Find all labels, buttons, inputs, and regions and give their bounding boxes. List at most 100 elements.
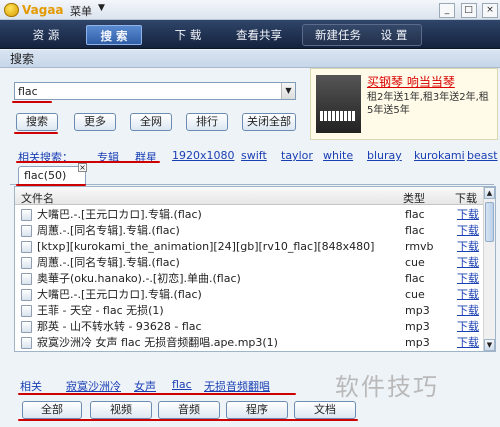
menu-button[interactable]: 菜单 bbox=[70, 3, 92, 19]
piano-image bbox=[316, 75, 361, 133]
dropdown-arrow-icon[interactable]: ▼ bbox=[281, 83, 295, 99]
category-program-button[interactable]: 程序 bbox=[226, 401, 288, 419]
advertisement[interactable]: 买钢琴 响当当琴 租2年送1年,租3年送2年,租5年送5年 bbox=[310, 68, 498, 140]
file-type: flac bbox=[405, 224, 425, 237]
file-type: flac bbox=[405, 208, 425, 221]
table-row[interactable]: 王菲 - 天空 - flac 无损(1) mp3 下载 bbox=[15, 303, 485, 319]
file-name[interactable]: 奥華子(oku.hanako).-.[初恋].单曲.(flac) bbox=[37, 271, 241, 287]
file-name[interactable]: 那英 - 山不转水转 - 93628 - flac bbox=[37, 319, 202, 335]
category-filter: 全部 视频 音频 程序 文档 bbox=[0, 400, 500, 420]
app-name: Vagaa bbox=[22, 3, 64, 17]
table-row[interactable]: 周蕙.-.[同名专辑].专辑.(flac) cue 下载 bbox=[15, 255, 485, 271]
menu-arrow-icon[interactable]: ▼ bbox=[98, 3, 105, 13]
bottom-link[interactable]: flac bbox=[172, 378, 192, 391]
category-video-button[interactable]: 视频 bbox=[90, 401, 152, 419]
download-link[interactable]: 下载 bbox=[457, 335, 479, 351]
column-type[interactable]: 类型 bbox=[403, 190, 425, 206]
table-row[interactable]: 大嘴巴.-.[王元口カロ].专辑.(flac) cue 下载 bbox=[15, 287, 485, 303]
bottom-related-label: 相关 bbox=[20, 380, 42, 393]
download-link[interactable]: 下载 bbox=[457, 319, 479, 335]
category-all-button[interactable]: 全部 bbox=[22, 401, 82, 419]
category-audio-button[interactable]: 音频 bbox=[158, 401, 220, 419]
related-link[interactable]: 1920x1080 bbox=[172, 149, 235, 162]
file-icon bbox=[21, 257, 32, 269]
table-row[interactable]: 那英 - 山不转水转 - 93628 - flac mp3 下载 bbox=[15, 319, 485, 335]
annotation-underline bbox=[14, 132, 58, 134]
file-name[interactable]: 王菲 - 天空 - flac 无损(1) bbox=[37, 303, 164, 319]
nav-search[interactable]: 搜 索 bbox=[86, 25, 142, 45]
nav-new-task[interactable]: 新建任务 bbox=[310, 25, 366, 45]
search-input[interactable]: flac ▼ bbox=[14, 82, 296, 100]
table-header: 文件名 类型 下载 bbox=[15, 187, 485, 205]
column-download[interactable]: 下载 bbox=[455, 190, 477, 206]
search-query[interactable]: flac bbox=[18, 85, 38, 98]
bottom-link[interactable]: 女声 bbox=[134, 378, 156, 394]
nav-view-share[interactable]: 查看共享 bbox=[228, 25, 290, 45]
download-link[interactable]: 下载 bbox=[457, 207, 479, 223]
related-link[interactable]: bluray bbox=[367, 149, 402, 162]
column-filename[interactable]: 文件名 bbox=[21, 190, 54, 206]
close-tab-icon[interactable]: × bbox=[78, 163, 87, 172]
scroll-thumb[interactable] bbox=[485, 202, 494, 242]
results-table: 文件名 类型 下载 大嘴巴.-.[王元口カロ].专辑.(flac) flac 下载周… bbox=[14, 186, 496, 352]
download-link[interactable]: 下载 bbox=[457, 303, 479, 319]
related-link[interactable]: swift bbox=[241, 149, 267, 162]
nav-settings[interactable]: 设 置 bbox=[370, 25, 418, 45]
file-name[interactable]: 周蕙.-.[同名专辑].专辑.(flac) bbox=[37, 255, 180, 271]
download-link[interactable]: 下载 bbox=[457, 239, 479, 255]
file-name[interactable]: 大嘴巴.-.[王元口カロ].专辑.(flac) bbox=[37, 287, 202, 303]
scrollbar[interactable]: ▲ ▼ bbox=[483, 187, 495, 351]
minimize-button[interactable]: _ bbox=[439, 3, 455, 18]
download-link[interactable]: 下载 bbox=[457, 287, 479, 303]
ad-body: 租2年送1年,租3年送2年,租5年送5年 bbox=[367, 92, 489, 116]
download-link[interactable]: 下载 bbox=[457, 223, 479, 239]
file-type: cue bbox=[405, 256, 425, 269]
search-section-header: 搜索 bbox=[0, 50, 500, 68]
file-type: cue bbox=[405, 288, 425, 301]
annotation-underline bbox=[18, 393, 296, 395]
file-icon bbox=[21, 225, 32, 237]
search-button[interactable]: 搜索 bbox=[16, 113, 58, 131]
whole-net-button[interactable]: 全网 bbox=[130, 113, 172, 131]
table-row[interactable]: 寂寞沙洲冷 女声 flac 无损音频翻唱.ape.mp3(1) mp3 下载 bbox=[15, 335, 485, 351]
table-row[interactable]: [ktxp][kurokami_the_animation][24][gb][r… bbox=[15, 239, 485, 255]
file-name[interactable]: 寂寞沙洲冷 女声 flac 无损音频翻唱.ape.mp3(1) bbox=[37, 335, 278, 351]
app-logo: Vagaa bbox=[4, 2, 64, 18]
download-link[interactable]: 下载 bbox=[457, 255, 479, 271]
bottom-related: 相关 寂寞沙洲冷 女声 flac 无损音频翻唱 bbox=[0, 376, 330, 394]
watermark: 软件技巧 bbox=[335, 373, 439, 401]
nav-resources[interactable]: 资 源 bbox=[18, 25, 74, 45]
bottom-link[interactable]: 无损音频翻唱 bbox=[204, 378, 270, 394]
category-document-button[interactable]: 文档 bbox=[294, 401, 356, 419]
ranking-button[interactable]: 排行 bbox=[186, 113, 228, 131]
file-icon bbox=[21, 289, 32, 301]
table-row[interactable]: 大嘴巴.-.[王元口カロ].专辑.(flac) flac 下载 bbox=[15, 207, 485, 223]
file-icon bbox=[21, 273, 32, 285]
table-row[interactable]: 周蕙.-.[同名专辑].专辑.(flac) flac 下载 bbox=[15, 223, 485, 239]
related-link[interactable]: white bbox=[323, 149, 353, 162]
file-name[interactable]: 周蕙.-.[同名专辑].专辑.(flac) bbox=[37, 223, 180, 239]
result-tabs: flac(50) × bbox=[10, 163, 494, 185]
close-all-button[interactable]: 关闭全部 bbox=[242, 113, 296, 131]
file-icon bbox=[21, 241, 32, 253]
file-name[interactable]: [ktxp][kurokami_the_animation][24][gb][r… bbox=[37, 239, 374, 255]
file-icon bbox=[21, 321, 32, 333]
download-link[interactable]: 下载 bbox=[457, 271, 479, 287]
related-link[interactable]: beast bbox=[467, 149, 498, 162]
more-button[interactable]: 更多 bbox=[74, 113, 116, 131]
related-link[interactable]: taylor bbox=[281, 149, 313, 162]
close-button[interactable]: × bbox=[482, 3, 498, 18]
tab-label[interactable]: flac(50) bbox=[24, 169, 66, 182]
maximize-button[interactable]: □ bbox=[460, 3, 477, 18]
ad-headline[interactable]: 买钢琴 响当当琴 bbox=[367, 73, 455, 90]
bottom-link[interactable]: 寂寞沙洲冷 bbox=[66, 378, 121, 394]
scroll-up-icon[interactable]: ▲ bbox=[484, 187, 495, 199]
scroll-down-icon[interactable]: ▼ bbox=[484, 339, 495, 351]
title-bar: Vagaa 菜单 ▼ _ □ × bbox=[0, 0, 500, 20]
file-name[interactable]: 大嘴巴.-.[王元口カロ].专辑.(flac) bbox=[37, 207, 202, 223]
tab-flac[interactable]: flac(50) × bbox=[18, 163, 87, 185]
table-row[interactable]: 奥華子(oku.hanako).-.[初恋].单曲.(flac) flac 下载 bbox=[15, 271, 485, 287]
file-icon bbox=[21, 209, 32, 221]
nav-download[interactable]: 下 载 bbox=[160, 25, 216, 45]
related-link[interactable]: kurokami bbox=[414, 149, 465, 162]
